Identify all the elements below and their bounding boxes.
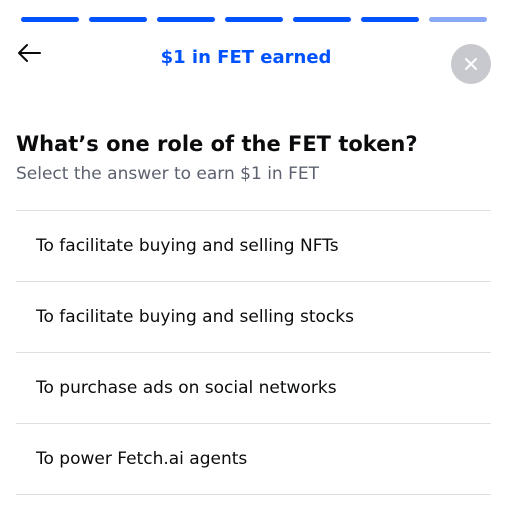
close-button[interactable] xyxy=(451,44,491,84)
progress-segment-6 xyxy=(361,17,419,22)
progress-segment-1 xyxy=(21,17,79,22)
progress-segment-5 xyxy=(293,17,351,22)
progress-segment-2 xyxy=(89,17,147,22)
progress-segment-7 xyxy=(429,17,487,22)
answer-label: To purchase ads on social networks xyxy=(36,378,337,398)
question-title: What’s one role of the FET token? xyxy=(16,132,418,156)
quiz-progress-bar xyxy=(21,17,487,22)
progress-segment-3 xyxy=(157,17,215,22)
answer-option[interactable]: To facilitate buying and selling stocks xyxy=(16,282,491,353)
question-subtitle: Select the answer to earn $1 in FET xyxy=(16,164,320,184)
answer-label: To power Fetch.ai agents xyxy=(36,449,248,469)
answer-label: To facilitate buying and selling NFTs xyxy=(36,236,339,256)
answer-list: To facilitate buying and selling NFTs To… xyxy=(16,210,491,495)
answer-option[interactable]: To facilitate buying and selling NFTs xyxy=(16,211,491,282)
answer-option[interactable]: To purchase ads on social networks xyxy=(16,353,491,424)
close-icon xyxy=(465,58,477,70)
progress-segment-4 xyxy=(225,17,283,22)
reward-title: $1 in FET earned xyxy=(160,47,332,68)
answer-label: To facilitate buying and selling stocks xyxy=(36,307,354,327)
answer-option[interactable]: To power Fetch.ai agents xyxy=(16,424,491,495)
